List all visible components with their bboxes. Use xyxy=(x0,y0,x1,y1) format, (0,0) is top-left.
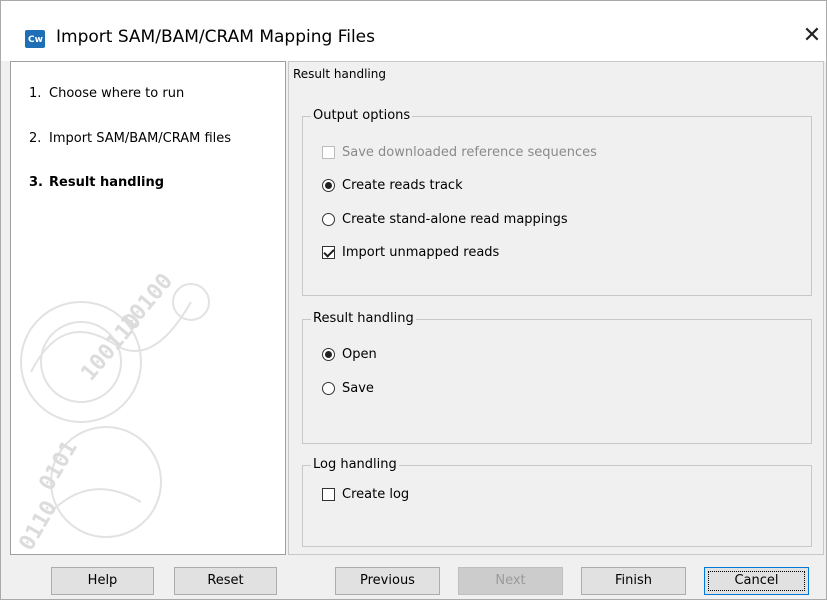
window-title: Import SAM/BAM/CRAM Mapping Files xyxy=(56,27,375,47)
step-choose-where-to-run: 1. Choose where to run xyxy=(29,86,184,101)
result-handling-legend: Result handling xyxy=(311,311,416,326)
reset-button[interactable]: Reset xyxy=(174,567,277,595)
save-radio[interactable]: Save xyxy=(322,381,374,396)
create-standalone-read-mappings-radio[interactable]: Create stand-alone read mappings xyxy=(322,212,568,227)
create-reads-track-radio[interactable]: Create reads track xyxy=(322,178,463,193)
log-handling-group: Log handling Create log xyxy=(302,457,812,547)
create-log-label: Create log xyxy=(342,487,410,502)
radio-circle[interactable] xyxy=(322,348,335,361)
steps-panel: 1. Choose where to run 2. Import SAM/BAM/C… xyxy=(10,61,286,555)
step-number: 2. xyxy=(29,131,42,146)
step-result-handling: 3. Result handling xyxy=(29,175,164,190)
output-options-legend: Output options xyxy=(311,108,413,123)
cancel-button[interactable]: Cancel xyxy=(704,567,809,595)
create-reads-track-label: Create reads track xyxy=(342,178,463,193)
checkbox-box[interactable] xyxy=(322,246,335,259)
svg-text:0101: 0101 xyxy=(35,437,83,495)
help-button[interactable]: Help xyxy=(51,567,154,595)
app-icon: Cw xyxy=(25,30,45,48)
open-radio[interactable]: Open xyxy=(322,347,377,362)
previous-button[interactable]: Previous xyxy=(335,567,440,595)
import-unmapped-reads-checkbox[interactable]: Import unmapped reads xyxy=(322,245,499,260)
finish-button[interactable]: Finish xyxy=(581,567,686,595)
log-handling-legend: Log handling xyxy=(311,457,399,472)
svg-text:10100: 10100 xyxy=(116,269,178,336)
open-label: Open xyxy=(342,347,377,362)
step-label: Result handling xyxy=(49,175,165,190)
app-icon-text: Cw xyxy=(28,35,43,45)
main-panel: Result handling Output options Save down… xyxy=(288,61,824,555)
checkbox-box[interactable] xyxy=(322,488,335,501)
radio-circle[interactable] xyxy=(322,213,335,226)
save-downloaded-label: Save downloaded reference sequences xyxy=(342,145,597,160)
create-log-checkbox[interactable]: Create log xyxy=(322,487,409,502)
step-number: 3. xyxy=(29,175,43,190)
import-unmapped-label: Import unmapped reads xyxy=(342,245,500,260)
dna-watermark-graphic: 100110 10100 0101 0110 xyxy=(15,269,210,555)
focus-ring xyxy=(708,571,805,591)
title-bar[interactable]: Cw Import SAM/BAM/CRAM Mapping Files ✕ xyxy=(1,1,826,61)
radio-circle[interactable] xyxy=(322,179,335,192)
save-downloaded-reference-checkbox[interactable]: Save downloaded reference sequences xyxy=(322,145,597,160)
radio-circle[interactable] xyxy=(322,382,335,395)
close-icon[interactable]: ✕ xyxy=(801,23,823,49)
page-title: Result handling xyxy=(293,67,386,81)
checkbox-box[interactable] xyxy=(322,146,335,159)
save-label: Save xyxy=(342,381,374,396)
step-label: Choose where to run xyxy=(49,86,185,101)
step-number: 1. xyxy=(29,86,42,101)
svg-text:0110: 0110 xyxy=(15,497,63,555)
create-standalone-label: Create stand-alone read mappings xyxy=(342,212,568,227)
next-button[interactable]: Next xyxy=(458,567,563,595)
step-import-files: 2. Import SAM/BAM/CRAM files xyxy=(29,131,231,146)
import-dialog: Cw Import SAM/BAM/CRAM Mapping Files ✕ 1… xyxy=(0,0,827,600)
result-handling-group: Result handling Open Save xyxy=(302,311,812,444)
step-label: Import SAM/BAM/CRAM files xyxy=(49,131,232,146)
output-options-group: Output options Save downloaded reference… xyxy=(302,108,812,296)
